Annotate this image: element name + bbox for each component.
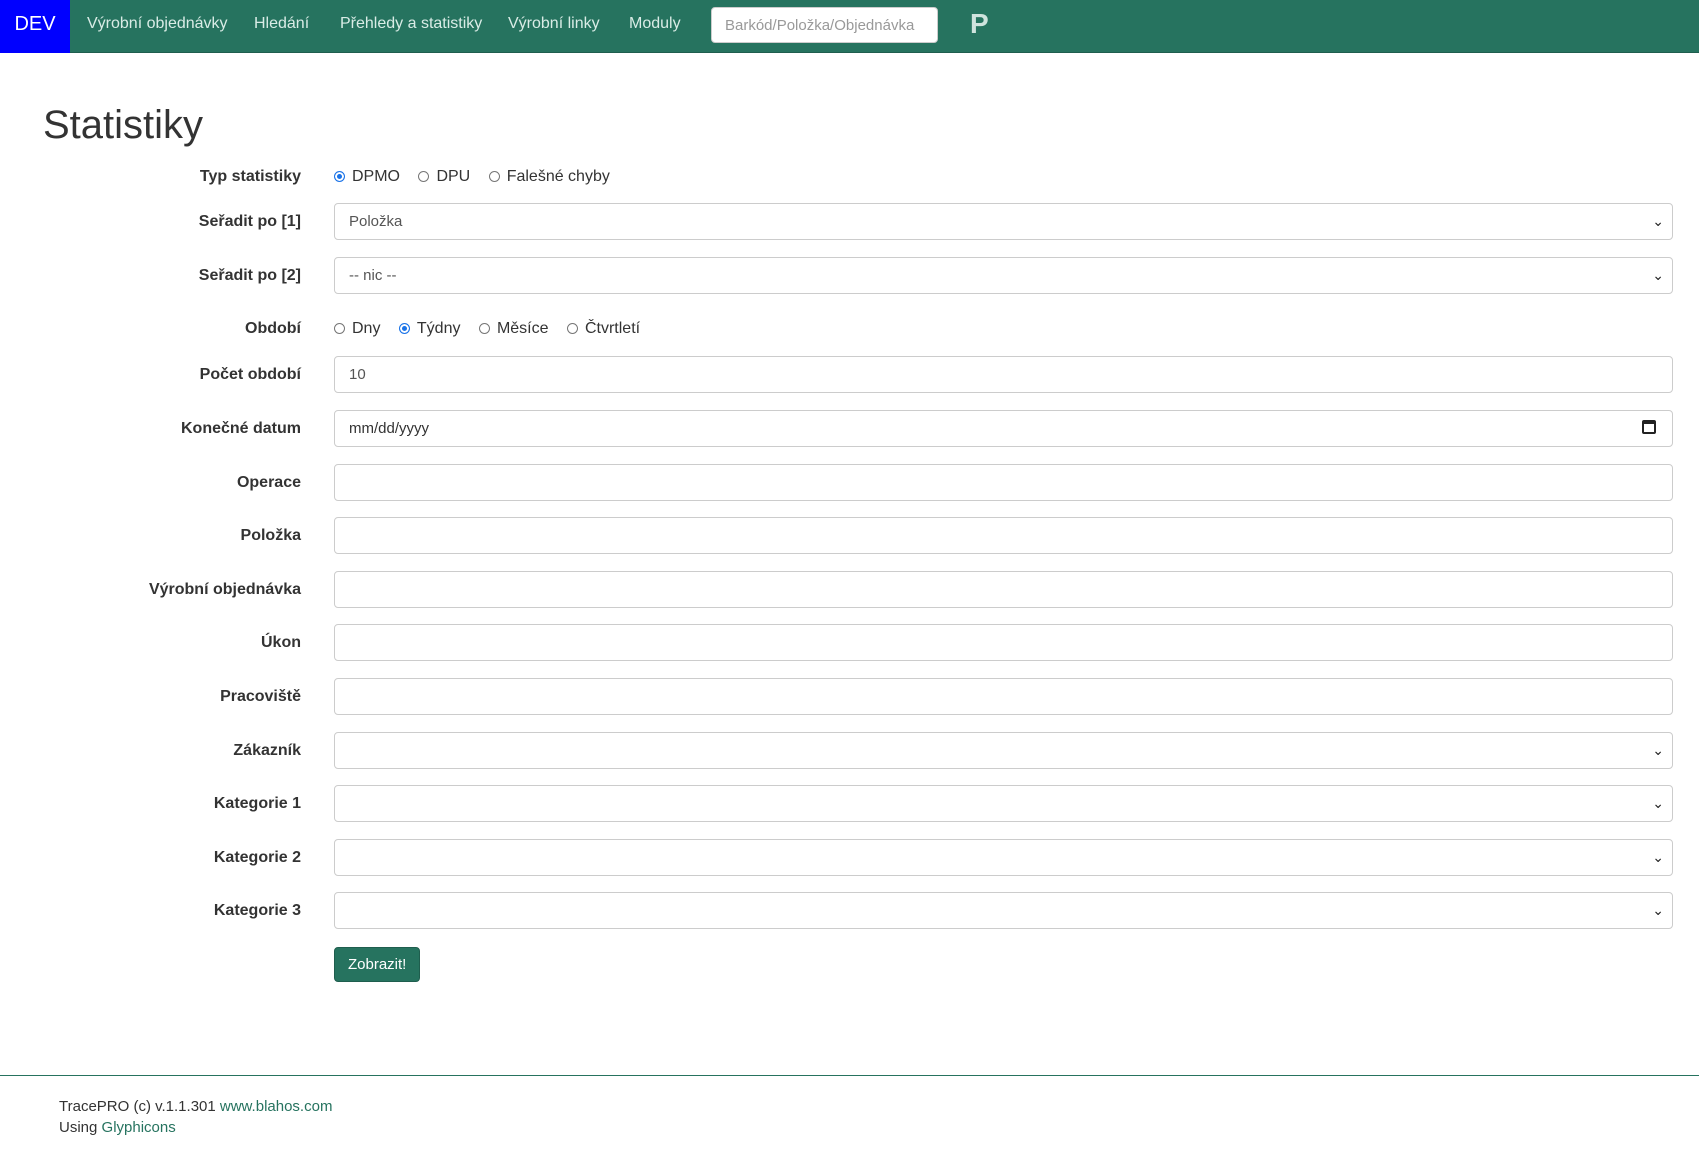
radio-option-tydny[interactable]: Týdny [398,310,460,348]
ukon-input[interactable] [334,624,1673,661]
label-operace: Operace [236,474,301,491]
footer-copyright: TracePRO (c) v.1.1.301 [59,1098,216,1115]
chevron-down-icon: ⌄ [1652,795,1664,811]
row-konecne-datum: Konečné datum mm/dd/yyyy [0,410,1699,448]
row-pracoviste: Pracoviště [0,678,1699,716]
konecne-datum-placeholder: mm/dd/yyyy [349,420,430,437]
navbar: DEV Výrobní objednávky Hledání Přehledy … [0,0,1699,53]
nav-item-hledani[interactable]: Hledání [254,0,309,48]
kategorie-2-select[interactable]: ⌄ [334,839,1673,876]
label-kategorie-2: Kategorie 2 [213,849,301,866]
label-seradit-1: Seřadit po [1] [198,213,301,230]
label-polozka: Položka [240,527,301,544]
radio-ctvrtleti[interactable] [566,323,578,334]
label-obdobi: Období [245,320,301,337]
kategorie-1-select[interactable]: ⌄ [334,785,1673,822]
row-operace: Operace [0,464,1699,502]
row-obdobi: Období Dny Týdny Měsíce Čtvrtletí [0,310,1699,348]
row-polozka: Položka [0,517,1699,555]
row-pocet-obdobi: Počet období 10 [0,356,1699,394]
nav-item-moduly[interactable]: Moduly [629,0,681,48]
operace-input[interactable] [334,464,1673,501]
label-pocet-obdobi: Počet období [199,366,301,383]
chevron-down-icon: ⌄ [1652,267,1664,283]
vyrobni-objednavka-input[interactable] [334,571,1673,608]
konecne-datum-input[interactable]: mm/dd/yyyy [334,410,1673,447]
radio-option-mesice[interactable]: Měsíce [478,310,549,348]
label-pracoviste: Pracoviště [220,688,301,705]
footer-glyphicons-link[interactable]: Glyphicons [102,1119,176,1136]
footer-using-line: Using Glyphicons [59,1119,176,1136]
kategorie-3-select[interactable]: ⌄ [334,892,1673,929]
radio-group-typ: DPMO DPU Falešné chyby [334,158,624,196]
footer: TracePRO (c) v.1.1.301 www.blahos.com Us… [0,1075,1699,1153]
row-vyrobni-objednavka: Výrobní objednávka [0,571,1699,609]
radio-option-dpu[interactable]: DPU [418,158,470,196]
radio-dny[interactable] [334,323,345,334]
nav-item-prehledy[interactable]: Přehledy a statistiky [340,0,482,48]
radio-option-dny[interactable]: Dny [334,310,380,348]
label-konecne-datum: Konečné datum [180,420,301,437]
sort2-select[interactable]: -- nic -- ⌄ [334,257,1673,294]
radio-falesne-chyby[interactable] [488,171,500,182]
chevron-down-icon: ⌄ [1652,213,1664,229]
radio-option-falesne-chyby[interactable]: Falešné chyby [488,158,610,196]
label-seradit-2: Seřadit po [2] [198,267,301,284]
radio-tydny[interactable] [398,323,410,334]
row-ukon: Úkon [0,624,1699,662]
footer-using: Using [59,1119,98,1136]
row-seradit-2: Seřadit po [2] -- nic -- ⌄ [0,257,1699,295]
row-zakaznik: Zákazník ⌄ [0,732,1699,770]
barcode-search-input[interactable] [711,7,938,43]
label-vyrobni-objednavka: Výrobní objednávka [148,581,301,598]
footer-site-link[interactable]: www.blahos.com [220,1098,333,1115]
row-kategorie-3: Kategorie 3 ⌄ [0,892,1699,930]
zobrazit-button[interactable]: Zobrazit! [334,947,421,982]
label-typ-statistiky: Typ statistiky [199,168,301,185]
row-typ-statistiky: Typ statistiky DPMO DPU Falešné chyby [0,158,1699,196]
radio-group-obdobi: Dny Týdny Měsíce Čtvrtletí [334,310,654,348]
radio-dpu[interactable] [418,171,430,182]
calendar-icon[interactable] [1642,420,1656,434]
nav-item-vyrobni-linky[interactable]: Výrobní linky [508,0,600,48]
radio-option-ctvrtleti[interactable]: Čtvrtletí [566,310,640,348]
pracoviste-input[interactable] [334,678,1673,715]
label-kategorie-3: Kategorie 3 [213,902,301,919]
chevron-down-icon: ⌄ [1652,742,1664,758]
sort1-select[interactable]: Položka ⌄ [334,203,1673,240]
user-initial-icon[interactable]: P [970,0,989,48]
chevron-down-icon: ⌄ [1652,849,1664,865]
brand-logo[interactable]: DEV [0,0,70,53]
label-kategorie-1: Kategorie 1 [213,795,301,812]
sort2-value: -- nic -- [349,267,397,284]
pocet-obdobi-input[interactable]: 10 [334,356,1673,393]
zakaznik-select[interactable]: ⌄ [334,732,1673,769]
radio-mesice[interactable] [478,323,490,334]
footer-copyright-line: TracePRO (c) v.1.1.301 www.blahos.com [59,1098,332,1115]
row-kategorie-1: Kategorie 1 ⌄ [0,785,1699,823]
label-ukon: Úkon [261,634,301,651]
radio-option-dpmo[interactable]: DPMO [334,158,400,196]
row-seradit-1: Seřadit po [1] Položka ⌄ [0,203,1699,241]
radio-dpmo[interactable] [334,171,345,182]
polozka-input[interactable] [334,517,1673,554]
sort1-value: Položka [349,213,403,230]
row-kategorie-2: Kategorie 2 ⌄ [0,839,1699,877]
pocet-obdobi-value: 10 [349,366,366,383]
nav-item-vyrobni-objednavky[interactable]: Výrobní objednávky [87,0,228,48]
label-zakaznik: Zákazník [233,742,301,759]
page-title: Statistiky [43,103,204,147]
chevron-down-icon: ⌄ [1652,902,1664,918]
